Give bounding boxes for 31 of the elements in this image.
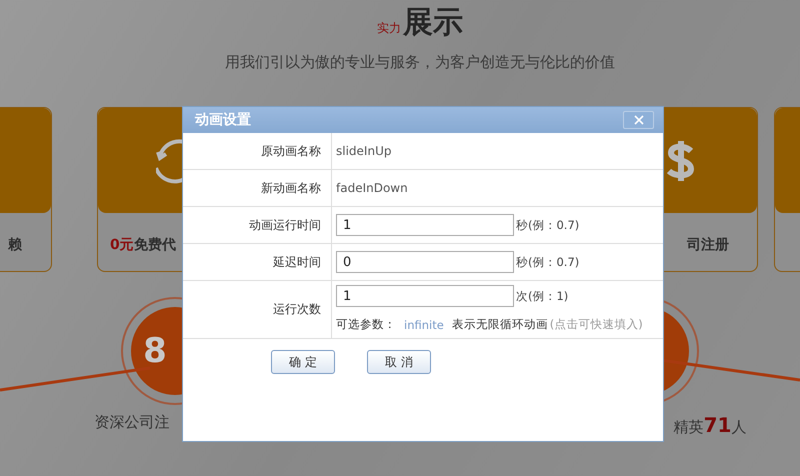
- card-caption: 赖: [7, 236, 23, 254]
- input-field[interactable]: 0: [336, 251, 514, 273]
- option-description: 表示无限循环动画: [452, 317, 548, 332]
- card-caption: 0元免费代: [109, 236, 177, 254]
- dialog-title: 动画设置: [195, 111, 251, 129]
- close-button[interactable]: [623, 111, 654, 129]
- field-label: 原动画名称: [183, 133, 332, 169]
- field-value: fadeInDown: [336, 181, 409, 195]
- field-hint: 秒(例：0.7): [516, 254, 580, 270]
- section-heading: 展示: [403, 4, 463, 42]
- input-field[interactable]: 1: [336, 285, 514, 307]
- option-note: (点击可快速填入): [550, 317, 643, 332]
- stat-caption: 资深公司注: [94, 413, 170, 432]
- stat-caption: 精英71人: [674, 413, 746, 437]
- field-label: 动画运行时间: [183, 207, 332, 243]
- card-caption: 司注册: [686, 236, 730, 254]
- cancel-button[interactable]: 取 消: [367, 350, 431, 374]
- confirm-button[interactable]: 确 定: [271, 350, 335, 374]
- stat-number: 8: [143, 331, 167, 371]
- close-icon: [634, 115, 644, 125]
- field-value: slideInUp: [336, 144, 392, 158]
- field-label: 新动画名称: [183, 170, 332, 206]
- heading-prefix: 实力: [377, 20, 401, 37]
- field-label: 延迟时间: [183, 244, 332, 280]
- field-hint: 秒(例：0.7): [516, 218, 580, 232]
- field-hint: 次(例：1): [516, 288, 568, 304]
- dollar-icon: [664, 138, 694, 182]
- options-label: 可选参数：: [336, 317, 396, 332]
- section-subtitle: 用我们引以为傲的专业与服务，为客户创造无与伦比的价值: [225, 53, 615, 72]
- field-label: 运行次数: [183, 281, 332, 338]
- input-field[interactable]: 1: [336, 214, 514, 236]
